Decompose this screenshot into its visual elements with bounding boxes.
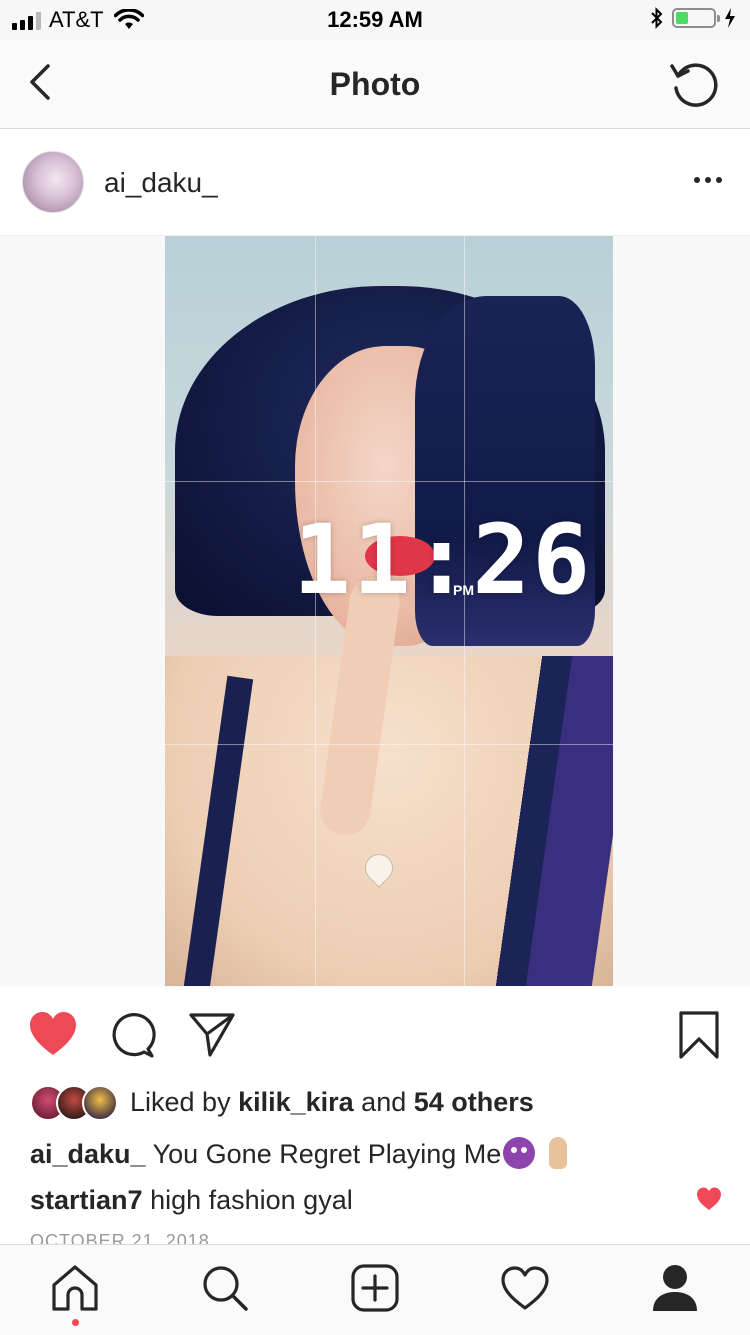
refresh-icon[interactable] (668, 58, 720, 110)
charging-bolt-icon (725, 8, 735, 28)
battery-icon (672, 8, 720, 28)
grid-line (165, 481, 613, 482)
comment-icon[interactable] (108, 1011, 156, 1059)
add-post-icon[interactable] (350, 1263, 400, 1313)
post-date: OCTOBER 21, 2018 (0, 1225, 750, 1245)
comment-row: startian7 high fashion gyal (0, 1175, 750, 1225)
photo-time-overlay: 11:26 (293, 504, 592, 616)
smiling-devil-emoji-icon (503, 1137, 536, 1169)
search-icon[interactable] (200, 1263, 250, 1313)
avatar[interactable] (22, 151, 84, 213)
activity-heart-icon[interactable] (500, 1263, 550, 1313)
nav-bar: Photo (0, 40, 750, 129)
bookmark-icon[interactable] (678, 1011, 720, 1059)
likes-prefix: Liked by (130, 1087, 239, 1117)
caption-row: ai_daku_ You Gone Regret Playing Me (0, 1127, 750, 1175)
page-title: Photo (329, 66, 421, 102)
post-header: ai_daku_ (0, 129, 750, 236)
comment-heart-icon[interactable] (696, 1187, 722, 1211)
grid-line (165, 744, 613, 745)
grid-line (464, 236, 465, 986)
post-date-text: OCTOBER 21, 2018 (30, 1231, 210, 1245)
more-horizontal-icon[interactable] (694, 177, 722, 183)
post-actions (0, 987, 750, 1077)
liker-avatar (82, 1085, 118, 1121)
bluetooth-icon (651, 7, 663, 29)
middle-finger-emoji-icon (549, 1137, 568, 1169)
post-username[interactable]: ai_daku_ (104, 167, 218, 199)
grid-line (315, 236, 316, 986)
share-icon[interactable] (188, 1011, 236, 1057)
likes-row[interactable]: Liked by kilik_kira and 54 others (0, 1077, 750, 1127)
likes-middle: and (353, 1087, 414, 1117)
liker-avatars (30, 1085, 120, 1121)
caption-username[interactable]: ai_daku_ (30, 1139, 146, 1169)
caption-text: You Gone Regret Playing Me (145, 1139, 502, 1169)
likes-others[interactable]: 54 others (414, 1087, 534, 1117)
home-notification-dot (72, 1319, 79, 1326)
home-icon[interactable] (50, 1263, 100, 1313)
likes-summary: Liked by kilik_kira and 54 others (130, 1087, 534, 1118)
post-photo[interactable]: 11:26 PM (165, 236, 613, 986)
profile-icon[interactable] (650, 1263, 700, 1313)
likes-user[interactable]: kilik_kira (238, 1087, 354, 1117)
tab-bar (0, 1244, 750, 1335)
status-time: 12:59 AM (327, 7, 423, 32)
status-bar: AT&T 12:59 AM (0, 0, 750, 40)
comment-text: high fashion gyal (142, 1185, 353, 1215)
status-right (650, 6, 736, 30)
comment-username[interactable]: startian7 (30, 1185, 143, 1215)
photo-area: 11:26 PM (0, 236, 750, 986)
heart-filled-icon[interactable] (28, 1011, 78, 1057)
